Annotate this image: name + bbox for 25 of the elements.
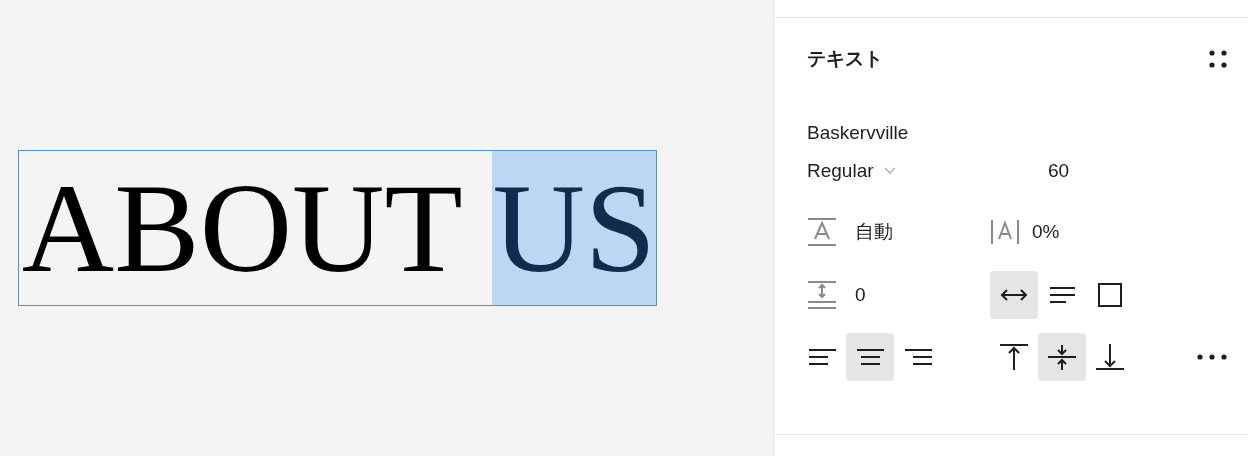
- more-icon: [1196, 353, 1228, 361]
- chevron-down-icon: [883, 167, 896, 175]
- section-title: テキスト: [807, 47, 884, 71]
- font-size-field[interactable]: 60: [990, 160, 1228, 182]
- resize-option-button[interactable]: [990, 271, 1038, 319]
- align-vertical-button[interactable]: [1038, 333, 1086, 381]
- styles-button[interactable]: [1208, 49, 1228, 69]
- align-horizontal-button[interactable]: [846, 333, 894, 381]
- paragraph-spacing-icon: [807, 280, 837, 310]
- letter-spacing-field[interactable]: 0%: [1032, 221, 1060, 243]
- font-family-field[interactable]: Baskervville: [807, 122, 990, 144]
- line-height-icon: [807, 217, 837, 247]
- align-middle-icon: [1047, 342, 1077, 372]
- layer-text: ABOUT: [21, 156, 462, 301]
- square-icon: [1095, 280, 1125, 310]
- font-style-dropdown[interactable]: Regular: [807, 160, 874, 182]
- line-height-field[interactable]: 自動: [855, 219, 893, 245]
- more-button[interactable]: [1196, 353, 1228, 361]
- paragraph-spacing-field[interactable]: 0: [855, 284, 866, 306]
- text-layer[interactable]: ABOUT US: [18, 150, 657, 306]
- align-bottom-icon: [1095, 342, 1125, 372]
- four-dots-icon: [1208, 49, 1228, 69]
- letter-spacing-icon: [990, 217, 1020, 247]
- selected-text: US: [492, 151, 656, 305]
- align-top-icon: [999, 342, 1029, 372]
